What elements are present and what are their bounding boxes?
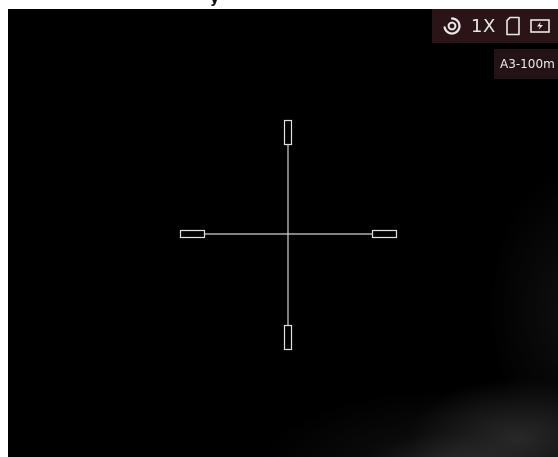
reticle-right-post: [371, 229, 398, 239]
status-bar: 1X: [432, 9, 558, 43]
thermal-scope-screen: y 1X: [0, 0, 558, 457]
scope-viewport: 1X A3-100m: [8, 9, 558, 457]
caption-strip: y: [0, 0, 558, 9]
battery-charging-icon: [529, 18, 550, 34]
reticle-left-post: [179, 229, 206, 239]
reticle-profile-tag: A3-100m: [494, 49, 558, 79]
reticle-top-post: [283, 119, 293, 146]
reticle-lines: [204, 144, 372, 325]
reticle-profile-label: A3-100m: [500, 57, 555, 71]
reticle-bottom-post: [283, 324, 293, 351]
zoom-level: 1X: [471, 15, 496, 37]
caption-text: y: [210, 0, 219, 7]
sd-card-icon: [505, 16, 521, 36]
hotspot-tracking-icon: [442, 16, 462, 36]
crosshair-reticle: [179, 119, 398, 351]
